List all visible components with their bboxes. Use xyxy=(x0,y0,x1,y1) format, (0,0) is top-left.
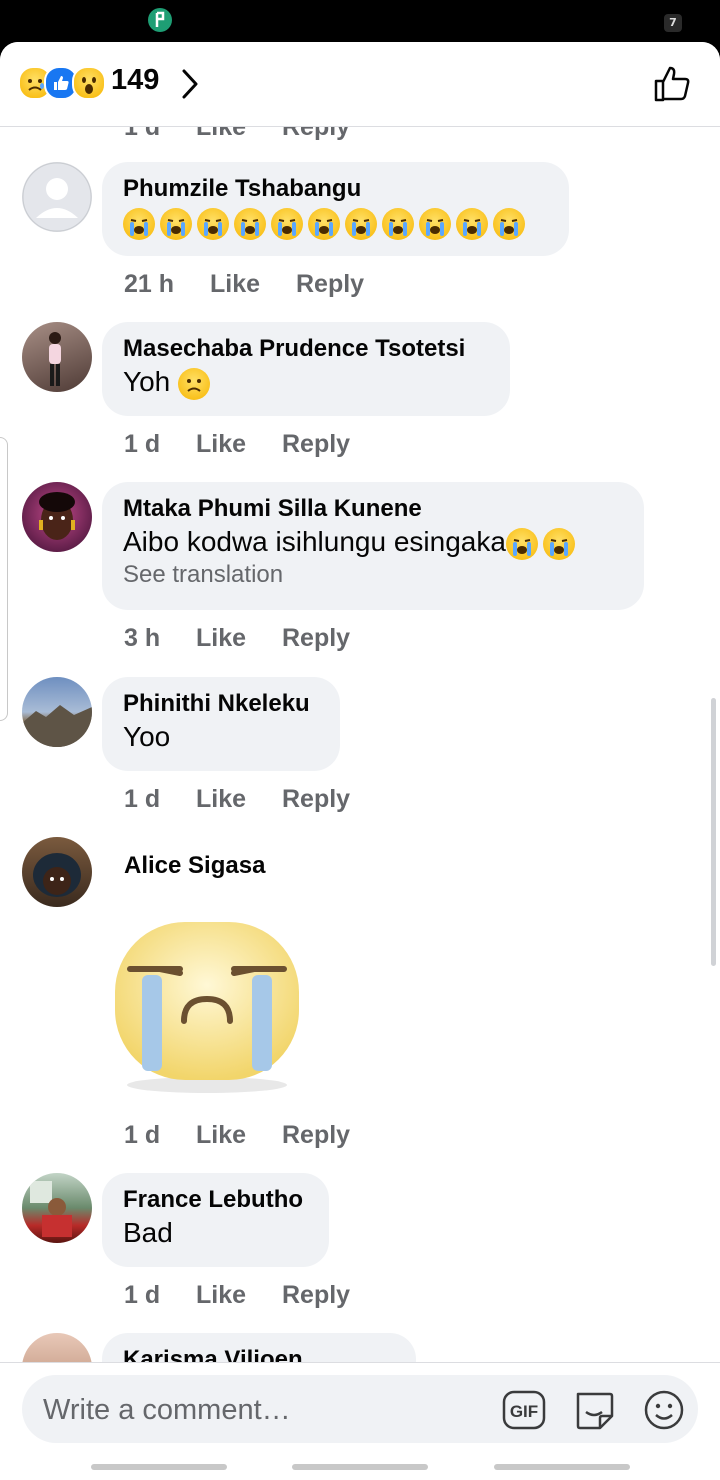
side-edge xyxy=(0,437,8,721)
crying-face-icon xyxy=(160,207,192,240)
avatar[interactable] xyxy=(22,482,92,552)
reply-link[interactable]: Reply xyxy=(282,127,350,142)
crying-face-icon xyxy=(542,527,575,560)
comment-author[interactable]: Alice Sigasa xyxy=(124,851,265,881)
comment-bubble[interactable]: Karisma Viljoen xyxy=(102,1333,416,1362)
avatar[interactable] xyxy=(22,162,92,232)
comment-time: 1 d xyxy=(124,127,161,141)
crying-face-icon xyxy=(123,207,155,240)
nav-back-button[interactable] xyxy=(494,1464,630,1470)
nav-recents-button[interactable] xyxy=(91,1464,227,1470)
frowning-face-icon xyxy=(178,367,211,400)
svg-text:GIF: GIF xyxy=(510,1402,538,1421)
reply-link[interactable]: Reply xyxy=(282,785,350,814)
comment-time: 3 h xyxy=(124,624,161,652)
like-link[interactable]: Like xyxy=(210,270,260,299)
comment-text-content: Aibo kodwa isihlungu esingaka xyxy=(123,526,506,557)
nav-home-button[interactable] xyxy=(292,1464,428,1470)
like-link[interactable]: Like xyxy=(196,785,246,814)
comment-bubble[interactable]: Phinithi Nkeleku Yoo xyxy=(102,677,340,771)
crying-face-icon xyxy=(308,207,340,240)
comment-text: Yoo xyxy=(123,721,171,752)
comments-sheet: 149 1 d Like Reply Phumzile Tshabangu 21… xyxy=(0,42,720,1480)
crying-face-icon xyxy=(271,207,303,240)
comment-composer: Write a comment… GIF xyxy=(0,1362,720,1455)
comment-time: 1 d xyxy=(124,785,161,813)
comment-text: Aibo kodwa isihlungu esingaka xyxy=(123,524,623,560)
like-link[interactable]: Like xyxy=(196,624,246,653)
comment-text: Yoh xyxy=(123,364,489,400)
crying-face-icon xyxy=(234,207,266,240)
scrollbar[interactable] xyxy=(711,698,716,966)
avatar[interactable] xyxy=(22,1173,92,1243)
thumbs-up-icon[interactable] xyxy=(652,64,692,109)
like-link[interactable]: Like xyxy=(196,430,246,459)
crying-face-icon xyxy=(197,207,229,240)
sticker-icon[interactable] xyxy=(572,1388,616,1437)
comment-text: Bad xyxy=(123,1217,173,1248)
comment-bubble[interactable]: Masechaba Prudence Tsotetsi Yoh xyxy=(102,322,510,416)
comment-text xyxy=(123,204,548,240)
comment-author[interactable]: Karisma Viljoen xyxy=(123,1345,395,1362)
like-link[interactable]: Like xyxy=(196,1281,246,1310)
comment-input[interactable]: Write a comment… GIF xyxy=(22,1375,698,1443)
reply-link[interactable]: Reply xyxy=(282,624,350,653)
reactions-header: 149 xyxy=(0,42,720,127)
status-bar: 7 xyxy=(0,0,720,42)
comment-time: 1 d xyxy=(124,430,161,458)
crying-face-icon xyxy=(382,207,414,240)
crying-face-icon xyxy=(493,207,525,240)
comment-bubble[interactable]: Mtaka Phumi Silla Kunene Aibo kodwa isih… xyxy=(102,482,644,610)
crying-face-icon xyxy=(505,527,538,560)
notification-badge-icon: 7 xyxy=(664,14,682,32)
system-nav-bar xyxy=(0,1454,720,1480)
chevron-right-icon[interactable] xyxy=(178,68,202,105)
avatar[interactable] xyxy=(22,1333,92,1362)
comment-author[interactable]: Masechaba Prudence Tsotetsi xyxy=(123,334,489,364)
see-translation-link[interactable]: See translation xyxy=(123,560,623,590)
avatar[interactable] xyxy=(22,677,92,747)
comment-input-placeholder: Write a comment… xyxy=(43,1394,291,1426)
app-notification-icon xyxy=(148,8,172,32)
gif-icon[interactable]: GIF xyxy=(502,1390,546,1435)
like-link[interactable]: Like xyxy=(196,1121,246,1150)
reply-link[interactable]: Reply xyxy=(282,430,350,459)
wow-reaction-icon xyxy=(72,66,106,100)
crying-face-icon xyxy=(345,207,377,240)
reply-link[interactable]: Reply xyxy=(296,270,364,299)
avatar[interactable] xyxy=(22,837,92,907)
crying-face-icon xyxy=(419,207,451,240)
emoji-icon[interactable] xyxy=(642,1388,686,1437)
comment-author[interactable]: Phumzile Tshabangu xyxy=(123,174,548,204)
reply-link[interactable]: Reply xyxy=(282,1281,350,1310)
crying-face-sticker[interactable] xyxy=(112,917,302,1102)
comment-author[interactable]: Phinithi Nkeleku xyxy=(123,689,319,719)
comment-bubble[interactable]: Phumzile Tshabangu xyxy=(102,162,569,256)
comment-time: 1 d xyxy=(124,1281,161,1309)
comment-time: 1 d xyxy=(124,1121,161,1149)
comment-time: 21 h xyxy=(124,270,175,298)
comment-list: 1 d Like Reply Phumzile Tshabangu 21 h L… xyxy=(0,127,720,1362)
comment-bubble[interactable]: France Lebutho Bad xyxy=(102,1173,329,1267)
avatar[interactable] xyxy=(22,322,92,392)
reply-link[interactable]: Reply xyxy=(282,1121,350,1150)
crying-face-icon xyxy=(456,207,488,240)
comment-author[interactable]: Mtaka Phumi Silla Kunene xyxy=(123,494,623,524)
reaction-summary[interactable] xyxy=(18,66,110,100)
like-link[interactable]: Like xyxy=(196,127,246,142)
comment-author[interactable]: France Lebutho xyxy=(123,1185,308,1215)
comment-text-content: Yoh xyxy=(123,366,171,397)
reaction-count[interactable]: 149 xyxy=(111,64,159,97)
